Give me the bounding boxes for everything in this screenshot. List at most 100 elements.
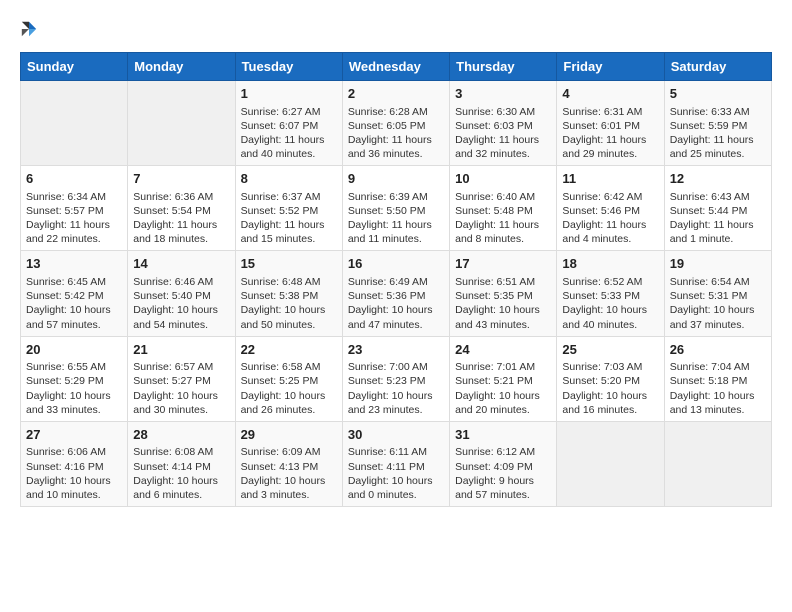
day-number: 28 <box>133 426 229 444</box>
day-number: 3 <box>455 85 551 103</box>
sunrise-text: Sunrise: 6:08 AM <box>133 445 229 459</box>
calendar-cell: 20Sunrise: 6:55 AMSunset: 5:29 PMDayligh… <box>21 336 128 421</box>
day-number: 24 <box>455 341 551 359</box>
day-number: 31 <box>455 426 551 444</box>
daylight-text: Daylight: 10 hours and 3 minutes. <box>241 474 337 502</box>
calendar-cell: 11Sunrise: 6:42 AMSunset: 5:46 PMDayligh… <box>557 166 664 251</box>
day-number: 18 <box>562 255 658 273</box>
sunset-text: Sunset: 5:35 PM <box>455 289 551 303</box>
day-number: 2 <box>348 85 444 103</box>
sunset-text: Sunset: 5:29 PM <box>26 374 122 388</box>
weekday-header: Monday <box>128 53 235 81</box>
calendar-cell: 12Sunrise: 6:43 AMSunset: 5:44 PMDayligh… <box>664 166 771 251</box>
sunset-text: Sunset: 5:52 PM <box>241 204 337 218</box>
sunset-text: Sunset: 6:05 PM <box>348 119 444 133</box>
sunrise-text: Sunrise: 6:11 AM <box>348 445 444 459</box>
calendar-cell: 15Sunrise: 6:48 AMSunset: 5:38 PMDayligh… <box>235 251 342 336</box>
sunset-text: Sunset: 4:09 PM <box>455 460 551 474</box>
daylight-text: Daylight: 10 hours and 30 minutes. <box>133 389 229 417</box>
sunrise-text: Sunrise: 6:09 AM <box>241 445 337 459</box>
day-number: 5 <box>670 85 766 103</box>
weekday-header: Friday <box>557 53 664 81</box>
sunrise-text: Sunrise: 6:30 AM <box>455 105 551 119</box>
sunrise-text: Sunrise: 6:36 AM <box>133 190 229 204</box>
sunrise-text: Sunrise: 6:43 AM <box>670 190 766 204</box>
sunrise-text: Sunrise: 6:46 AM <box>133 275 229 289</box>
daylight-text: Daylight: 9 hours and 57 minutes. <box>455 474 551 502</box>
calendar-cell: 18Sunrise: 6:52 AMSunset: 5:33 PMDayligh… <box>557 251 664 336</box>
calendar-cell: 31Sunrise: 6:12 AMSunset: 4:09 PMDayligh… <box>450 421 557 506</box>
logo-icon <box>20 20 38 38</box>
calendar-cell: 26Sunrise: 7:04 AMSunset: 5:18 PMDayligh… <box>664 336 771 421</box>
daylight-text: Daylight: 10 hours and 57 minutes. <box>26 303 122 331</box>
day-number: 29 <box>241 426 337 444</box>
logo-area <box>20 20 42 38</box>
weekday-header: Sunday <box>21 53 128 81</box>
sunset-text: Sunset: 5:36 PM <box>348 289 444 303</box>
day-number: 9 <box>348 170 444 188</box>
sunrise-text: Sunrise: 6:27 AM <box>241 105 337 119</box>
sunrise-text: Sunrise: 6:54 AM <box>670 275 766 289</box>
daylight-text: Daylight: 11 hours and 32 minutes. <box>455 133 551 161</box>
day-number: 23 <box>348 341 444 359</box>
daylight-text: Daylight: 10 hours and 23 minutes. <box>348 389 444 417</box>
calendar-cell: 19Sunrise: 6:54 AMSunset: 5:31 PMDayligh… <box>664 251 771 336</box>
sunset-text: Sunset: 5:54 PM <box>133 204 229 218</box>
sunrise-text: Sunrise: 7:01 AM <box>455 360 551 374</box>
calendar-cell: 6Sunrise: 6:34 AMSunset: 5:57 PMDaylight… <box>21 166 128 251</box>
sunset-text: Sunset: 5:20 PM <box>562 374 658 388</box>
sunset-text: Sunset: 6:03 PM <box>455 119 551 133</box>
weekday-header: Thursday <box>450 53 557 81</box>
daylight-text: Daylight: 11 hours and 25 minutes. <box>670 133 766 161</box>
calendar-week-row: 20Sunrise: 6:55 AMSunset: 5:29 PMDayligh… <box>21 336 772 421</box>
sunrise-text: Sunrise: 6:12 AM <box>455 445 551 459</box>
sunrise-text: Sunrise: 7:04 AM <box>670 360 766 374</box>
weekday-header: Saturday <box>664 53 771 81</box>
calendar-cell: 2Sunrise: 6:28 AMSunset: 6:05 PMDaylight… <box>342 81 449 166</box>
day-number: 27 <box>26 426 122 444</box>
calendar-cell: 17Sunrise: 6:51 AMSunset: 5:35 PMDayligh… <box>450 251 557 336</box>
day-number: 7 <box>133 170 229 188</box>
calendar-cell: 5Sunrise: 6:33 AMSunset: 5:59 PMDaylight… <box>664 81 771 166</box>
calendar-cell <box>128 81 235 166</box>
sunrise-text: Sunrise: 6:34 AM <box>26 190 122 204</box>
daylight-text: Daylight: 11 hours and 1 minute. <box>670 218 766 246</box>
calendar-cell: 1Sunrise: 6:27 AMSunset: 6:07 PMDaylight… <box>235 81 342 166</box>
day-number: 11 <box>562 170 658 188</box>
daylight-text: Daylight: 11 hours and 29 minutes. <box>562 133 658 161</box>
weekday-header: Wednesday <box>342 53 449 81</box>
sunset-text: Sunset: 5:21 PM <box>455 374 551 388</box>
logo <box>20 20 42 38</box>
daylight-text: Daylight: 11 hours and 22 minutes. <box>26 218 122 246</box>
day-number: 1 <box>241 85 337 103</box>
sunset-text: Sunset: 5:57 PM <box>26 204 122 218</box>
day-number: 13 <box>26 255 122 273</box>
sunrise-text: Sunrise: 6:31 AM <box>562 105 658 119</box>
calendar-cell: 21Sunrise: 6:57 AMSunset: 5:27 PMDayligh… <box>128 336 235 421</box>
sunset-text: Sunset: 5:44 PM <box>670 204 766 218</box>
sunset-text: Sunset: 5:18 PM <box>670 374 766 388</box>
sunrise-text: Sunrise: 6:51 AM <box>455 275 551 289</box>
daylight-text: Daylight: 10 hours and 20 minutes. <box>455 389 551 417</box>
calendar-cell: 9Sunrise: 6:39 AMSunset: 5:50 PMDaylight… <box>342 166 449 251</box>
daylight-text: Daylight: 10 hours and 40 minutes. <box>562 303 658 331</box>
sunset-text: Sunset: 5:27 PM <box>133 374 229 388</box>
calendar-week-row: 13Sunrise: 6:45 AMSunset: 5:42 PMDayligh… <box>21 251 772 336</box>
daylight-text: Daylight: 11 hours and 18 minutes. <box>133 218 229 246</box>
calendar-cell: 22Sunrise: 6:58 AMSunset: 5:25 PMDayligh… <box>235 336 342 421</box>
sunrise-text: Sunrise: 6:37 AM <box>241 190 337 204</box>
daylight-text: Daylight: 11 hours and 11 minutes. <box>348 218 444 246</box>
day-number: 14 <box>133 255 229 273</box>
daylight-text: Daylight: 10 hours and 0 minutes. <box>348 474 444 502</box>
sunset-text: Sunset: 5:31 PM <box>670 289 766 303</box>
sunrise-text: Sunrise: 6:42 AM <box>562 190 658 204</box>
calendar-cell <box>557 421 664 506</box>
sunrise-text: Sunrise: 7:03 AM <box>562 360 658 374</box>
sunrise-text: Sunrise: 6:39 AM <box>348 190 444 204</box>
daylight-text: Daylight: 10 hours and 47 minutes. <box>348 303 444 331</box>
weekday-header: Tuesday <box>235 53 342 81</box>
sunset-text: Sunset: 5:38 PM <box>241 289 337 303</box>
calendar-cell: 4Sunrise: 6:31 AMSunset: 6:01 PMDaylight… <box>557 81 664 166</box>
day-number: 30 <box>348 426 444 444</box>
day-number: 17 <box>455 255 551 273</box>
